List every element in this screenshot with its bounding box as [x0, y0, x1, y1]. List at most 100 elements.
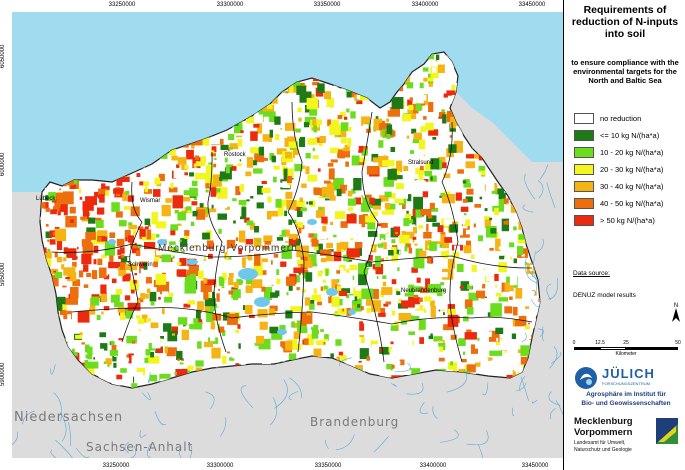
reduction-patch [251, 279, 263, 289]
reduction-patch [326, 98, 334, 108]
scale-tick: 50 [675, 340, 681, 346]
reduction-patch [442, 242, 450, 249]
reduction-patch [70, 219, 74, 223]
reduction-patch [105, 358, 112, 365]
reduction-patch [415, 180, 426, 189]
reduction-patch [303, 260, 313, 268]
reduction-patch [423, 231, 433, 239]
reduction-patch [288, 268, 293, 274]
reduction-patch [53, 270, 56, 273]
reduction-patch [82, 201, 94, 211]
reduction-patch [347, 190, 353, 197]
reduction-patch [506, 203, 509, 205]
reduction-patch [479, 196, 483, 200]
reduction-patch [245, 171, 252, 177]
reduction-patch [386, 118, 390, 122]
reduction-patch [189, 172, 194, 177]
reduction-patch [202, 317, 206, 322]
reduction-patch [412, 236, 417, 240]
reduction-patch [187, 365, 194, 371]
reduction-patch [231, 166, 237, 171]
reduction-patch [206, 267, 212, 276]
reduction-patch [93, 357, 95, 360]
city-rostock: Rostock [224, 152, 246, 158]
reduction-patch [509, 242, 515, 248]
reduction-patch [330, 353, 334, 358]
reduction-patch [216, 162, 226, 172]
reduction-patch [229, 225, 236, 234]
reduction-patch [335, 211, 346, 219]
reduction-patch [318, 207, 323, 211]
reduction-patch [413, 294, 419, 299]
reduction-patch [366, 356, 370, 361]
reduction-patch [409, 150, 415, 154]
reduction-patch [91, 270, 98, 280]
reduction-patch [374, 269, 377, 271]
reduction-patch [67, 314, 71, 322]
reduction-patch [303, 338, 309, 345]
reduction-patch [369, 197, 375, 205]
reduction-patch [319, 136, 326, 143]
reduction-patch [149, 374, 157, 382]
reduction-patch [404, 245, 408, 252]
reduction-patch [306, 201, 309, 205]
reduction-patch [382, 160, 395, 167]
reduction-patch [181, 329, 189, 341]
reduction-patch [97, 207, 105, 215]
reduction-patch [308, 233, 315, 238]
reduction-patch [419, 337, 424, 344]
reduction-patch [94, 191, 99, 198]
y-tick: 6000000 [0, 152, 6, 176]
reduction-patch [359, 141, 366, 146]
reduction-patch [217, 213, 227, 220]
neighbor-sachsen-anhalt: Sachsen-Anhalt [86, 440, 194, 454]
reduction-patch [174, 209, 179, 214]
reduction-patch [238, 200, 247, 205]
reduction-patch [197, 301, 204, 311]
reduction-patch [423, 154, 426, 157]
reduction-patch [395, 189, 408, 199]
reduction-patch [423, 77, 428, 82]
reduction-patch [210, 136, 220, 145]
reduction-patch [340, 122, 349, 132]
reduction-patch [443, 312, 445, 316]
reduction-patch [87, 324, 94, 332]
reduction-patch [305, 272, 313, 282]
reduction-patch [134, 273, 137, 276]
reduction-patch [382, 281, 387, 287]
map-canvas[interactable]: Mecklenburg-Vorpommern Niedersachsen Sac… [12, 12, 563, 458]
reduction-patch [350, 317, 357, 331]
reduction-patch [367, 269, 376, 277]
reduction-patch [210, 188, 217, 197]
reduction-patch [214, 157, 217, 160]
reduction-patch [528, 322, 530, 325]
reduction-patch [510, 256, 513, 260]
reduction-patch [317, 271, 323, 277]
reduction-patch [495, 284, 497, 288]
reduction-patch [99, 194, 105, 203]
reduction-patch [400, 347, 404, 352]
reduction-patch [438, 116, 443, 119]
reduction-patch [91, 296, 100, 306]
reduction-patch [256, 202, 264, 209]
reduction-patch [353, 178, 362, 191]
reduction-patch [82, 210, 89, 217]
reduction-patch [184, 281, 197, 294]
reduction-patch [218, 288, 221, 291]
reduction-patch [349, 295, 355, 301]
reduction-patch [328, 168, 335, 180]
reduction-patch [346, 269, 350, 273]
reduction-patch [336, 188, 342, 197]
reduction-patch [415, 103, 422, 111]
mv-logo: Mecklenburg Vorpommern Landesamt für Umw… [570, 414, 682, 466]
reduction-patch [396, 291, 401, 295]
reduction-patch [261, 258, 268, 262]
reduction-patch [322, 106, 329, 116]
reduction-patch [466, 154, 474, 159]
reduction-patch [179, 239, 182, 242]
reduction-patch [347, 138, 352, 147]
reduction-patch [299, 197, 303, 203]
reduction-patch [346, 108, 350, 113]
reduction-patch [110, 340, 115, 346]
reduction-patch [79, 270, 84, 278]
